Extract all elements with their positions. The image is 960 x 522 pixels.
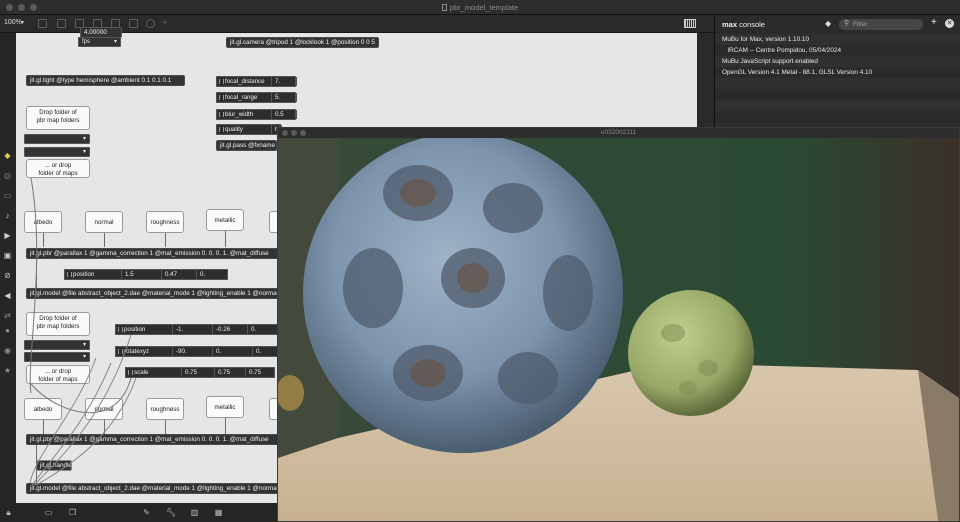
window-title: pbr_model_template [0, 3, 960, 12]
lock-icon[interactable]: 🔒︎ [4, 508, 13, 517]
render-window[interactable]: u032002111 [277, 127, 960, 522]
console-line [715, 100, 960, 111]
dial-icon[interactable] [146, 19, 155, 28]
scene-graphic [278, 138, 959, 521]
console-header: max console ◆ Filter ⚲ + ✕ [715, 15, 960, 34]
search-icon: ⚲ [844, 20, 850, 27]
console-line: MuBu JavaScript support enabled [715, 56, 960, 67]
left-sidebar: ◆ ◎ ▭ ♪ ▶ ▣ ⊘ ◀ ⇄ ● ◉ ★ [0, 33, 16, 503]
render-window-title: u032002111 [600, 129, 637, 136]
window-icon[interactable]: ▭ [3, 191, 12, 200]
console-line [715, 78, 960, 89]
message-icon[interactable] [57, 19, 66, 28]
grid-icon[interactable]: ▦ [214, 508, 223, 517]
wrench-icon[interactable]: 🔧︎ [166, 508, 176, 517]
console-log: MuBu for Max, version 1.10.10 IRCAM -- C… [715, 34, 960, 122]
console-line [715, 111, 960, 122]
zoom-chevron-icon[interactable]: ▾ [21, 19, 24, 26]
circle2-icon[interactable]: ◉ [3, 346, 12, 355]
arrows-icon[interactable]: ⇄ [3, 311, 12, 320]
zoom-level[interactable]: 100% [4, 19, 22, 26]
target-icon[interactable]: ◎ [3, 171, 12, 180]
windows-icon[interactable]: ❐ [68, 508, 77, 517]
patch-icon[interactable]: ⊘ [3, 271, 12, 280]
new-object-icon[interactable] [38, 19, 47, 28]
play-icon[interactable]: ▶ [3, 231, 12, 240]
hand-icon[interactable]: ◀ [3, 291, 12, 300]
piano-icon[interactable]: ▥ [190, 508, 199, 517]
patcher-bottom-bar: 🔒︎ ▭ ❐ ✎ 🔧︎ ▥ ▦ [0, 503, 277, 522]
debug-icon[interactable]: ✎ [142, 508, 151, 517]
circle-icon[interactable]: ● [3, 326, 12, 335]
rendered-scene [278, 138, 959, 521]
comment-icon[interactable] [129, 19, 138, 28]
add-icon[interactable]: + [162, 19, 171, 29]
object-icon[interactable]: ◆ [3, 151, 12, 160]
console-line: IRCAM -- Centre Pompidou, 05/04/2024 [715, 45, 960, 56]
close-icon[interactable]: ✕ [945, 19, 954, 28]
presentation-icon[interactable]: ▭ [44, 508, 53, 517]
note-icon[interactable]: ♪ [3, 211, 12, 220]
image-icon[interactable]: ▣ [3, 251, 12, 260]
console-line: MuBu for Max, version 1.10.10 [715, 34, 960, 45]
console-title: max console [722, 20, 765, 29]
add-icon[interactable]: + [931, 17, 937, 28]
console-line: OpenGL Version 4.1 Metal - 88.1, GLSL Ve… [715, 67, 960, 78]
keyboard-icon[interactable] [684, 19, 696, 28]
title-bar: pbr_model_template [0, 0, 960, 15]
render-window-titlebar: u032002111 [278, 128, 959, 138]
clear-diamond-icon[interactable]: ◆ [825, 19, 831, 28]
document-icon [441, 4, 447, 11]
max-console: max console ◆ Filter ⚲ + ✕ MuBu for Max,… [714, 15, 960, 127]
star-icon[interactable]: ★ [3, 366, 12, 375]
console-line [715, 89, 960, 100]
console-filter-input[interactable]: Filter [839, 19, 923, 30]
